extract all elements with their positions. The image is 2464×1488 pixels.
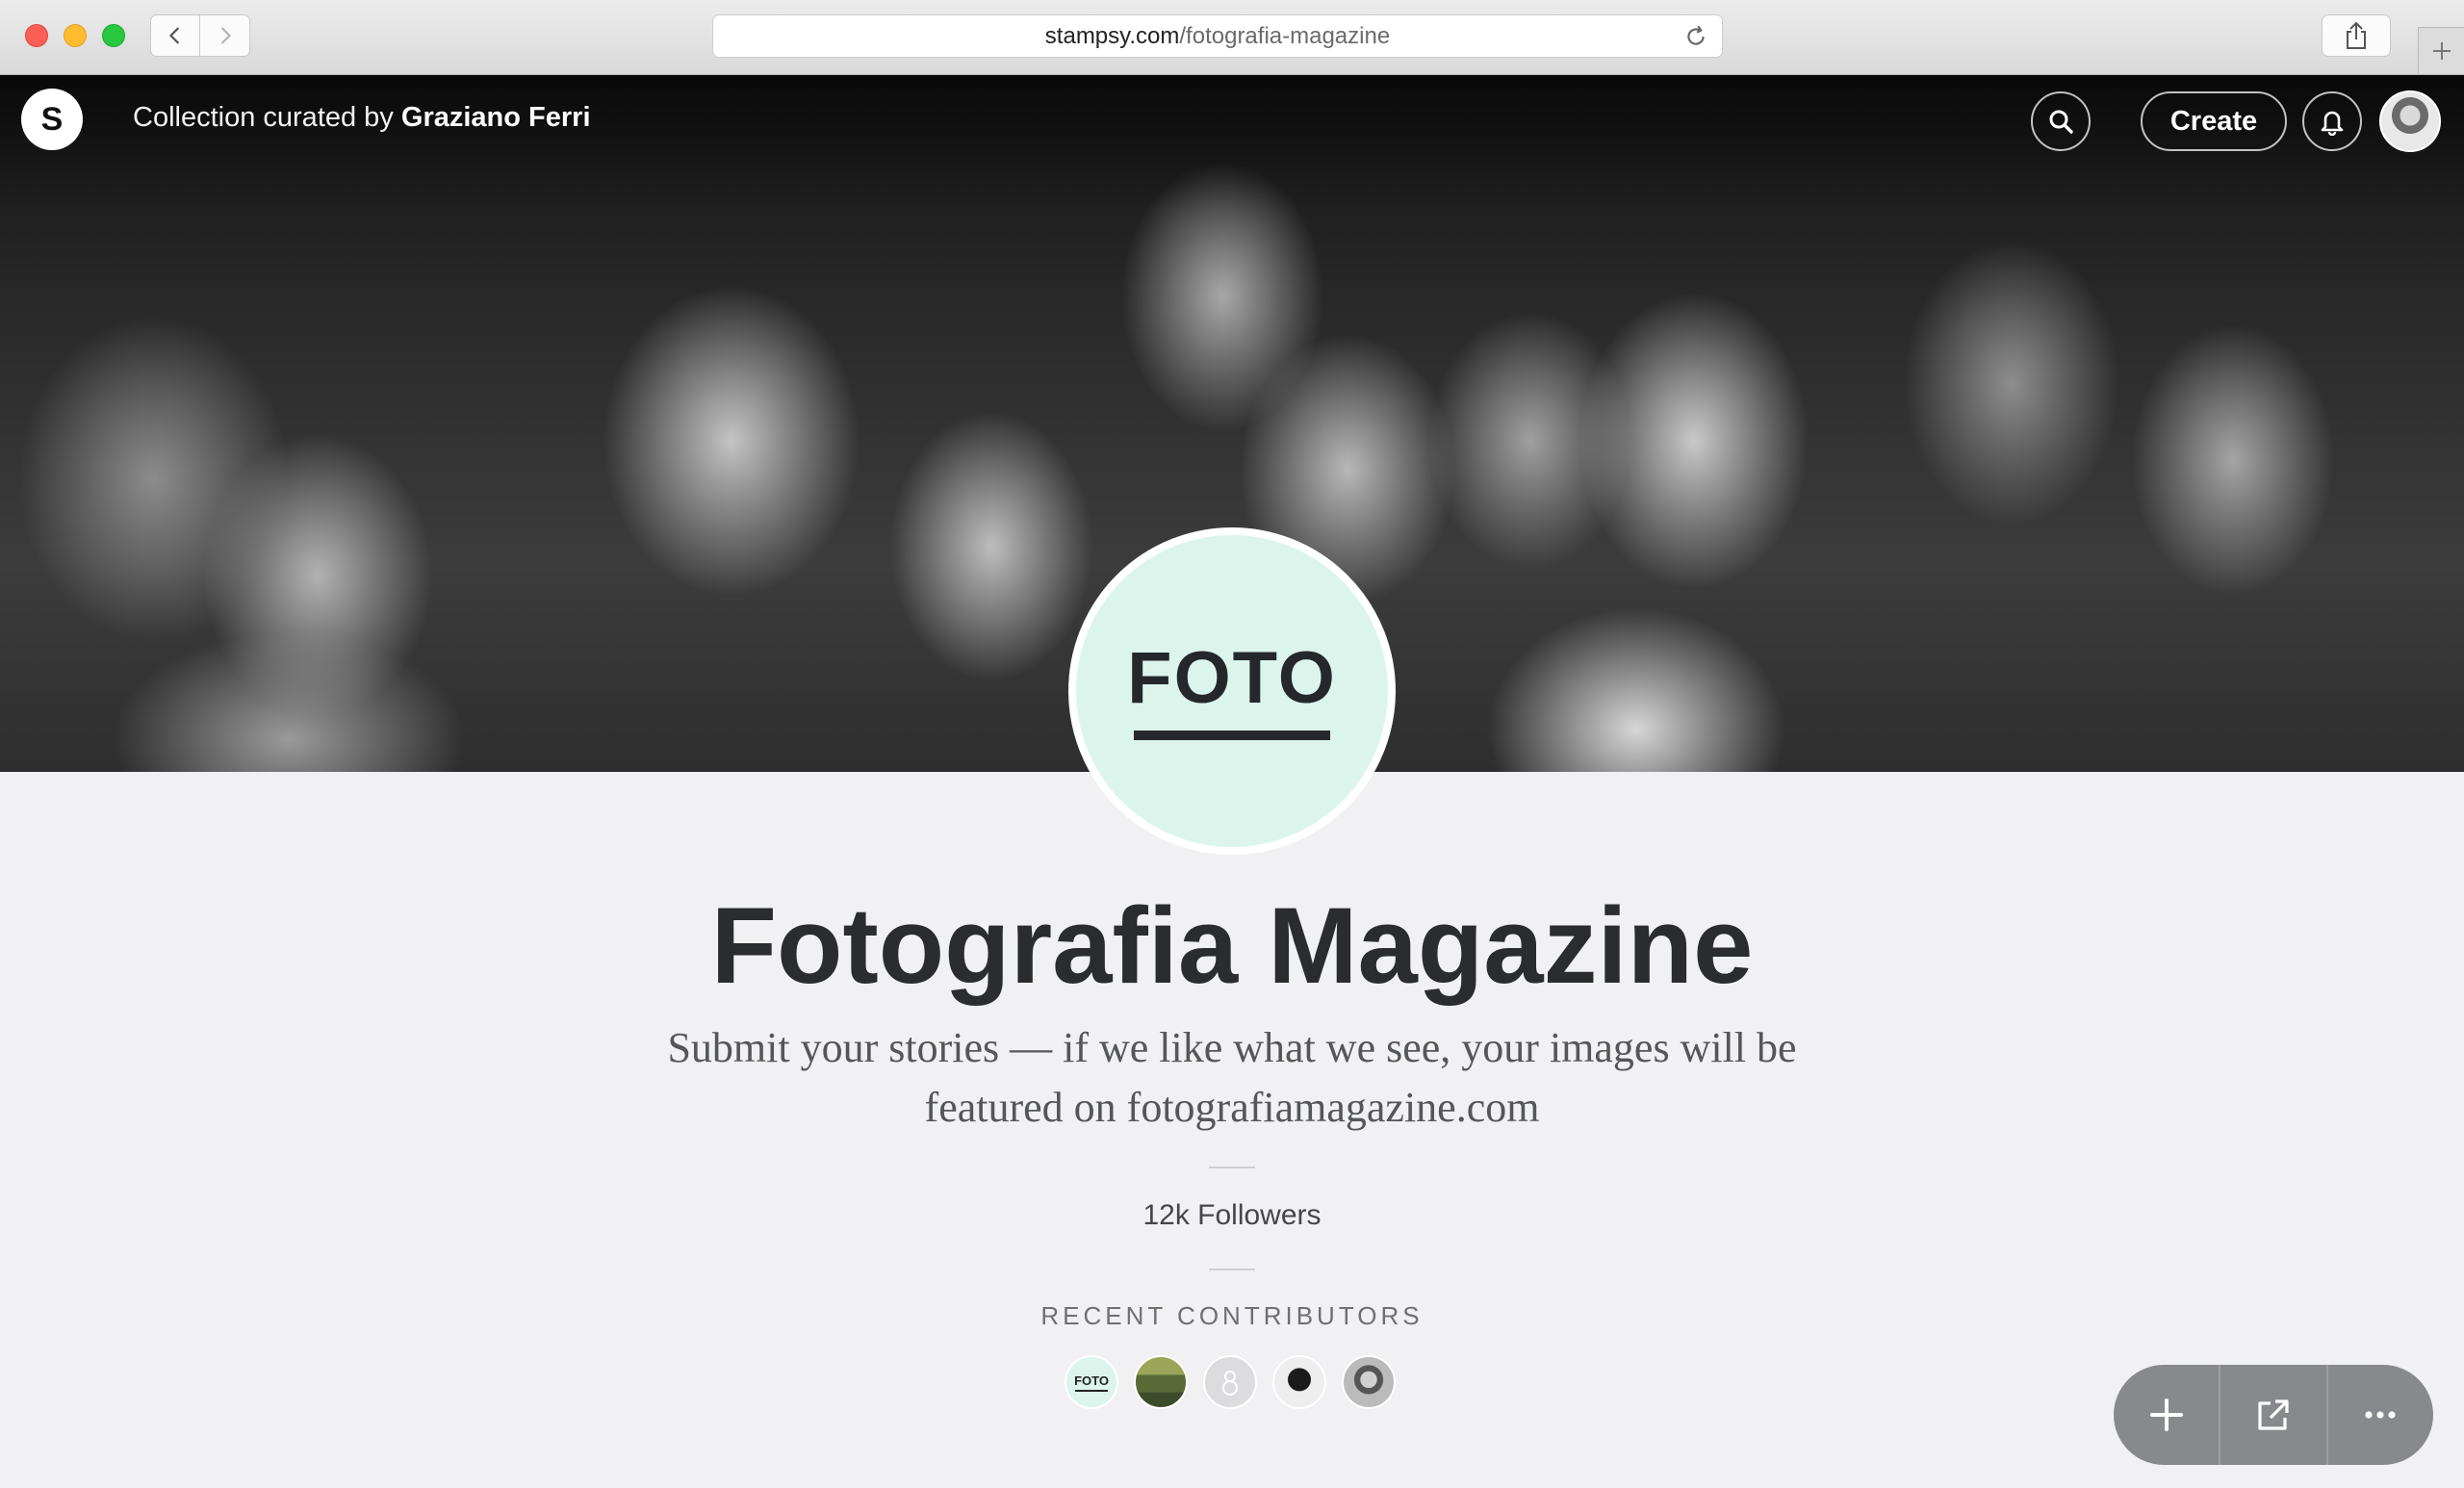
close-window-button[interactable] [25,24,48,47]
collection-badge: FOTO [1068,527,1396,855]
collection-title: Fotografia Magazine [710,885,1754,1006]
forward-button[interactable] [200,14,250,57]
collection-description: Submit your stories — if we like what we… [667,1024,1797,1131]
search-icon [2049,110,2073,134]
default-user-icon [1222,1371,1238,1396]
floating-action-bar [2114,1365,2433,1465]
minimize-window-button[interactable] [64,24,87,47]
curated-prefix: Collection curated by [133,102,394,133]
share-external-button[interactable] [2219,1365,2325,1465]
recent-contributors-list: FOTO [1065,1355,1396,1409]
divider [1209,1167,1255,1168]
curated-by-text: Collection curated by Graziano Ferri [133,102,591,134]
more-icon [2365,1411,2396,1419]
zoom-window-button[interactable] [102,24,125,47]
bell-icon [2321,111,2344,136]
recent-contributors-label: RECENT CONTRIBUTORS [1040,1301,1424,1330]
external-link-icon [2258,1399,2289,1430]
stampsy-logo[interactable]: S [21,89,83,150]
url-path: /fotografia-magazine [1179,22,1391,49]
chevron-right-icon [220,27,231,44]
badge-underline [1134,731,1330,740]
contributor-avatar[interactable]: FOTO [1065,1355,1118,1409]
reload-icon[interactable] [1683,24,1708,49]
back-button[interactable] [150,14,200,57]
contributor-avatar[interactable] [1272,1355,1326,1409]
chevron-left-icon [169,27,179,44]
notifications-button[interactable] [2302,91,2362,151]
badge-text: FOTO [1127,637,1337,719]
more-options-button[interactable] [2325,1365,2433,1465]
user-avatar[interactable] [2379,90,2441,152]
url-domain: stampsy.com [1044,22,1180,49]
curator-name-link[interactable]: Graziano Ferri [401,102,591,133]
create-button[interactable]: Create [2141,91,2287,151]
new-tab-button[interactable] [2418,27,2464,73]
contributor-avatar[interactable] [1342,1355,1396,1409]
address-bar[interactable]: stampsy.com/fotografia-magazine [712,14,1723,58]
contributor-avatar[interactable] [1203,1355,1257,1409]
plus-icon [2149,1398,2183,1431]
plus-icon [2432,41,2451,60]
contributor-avatar[interactable] [1134,1355,1188,1409]
followers-count[interactable]: 12k Followers [0,1199,2464,1232]
search-button[interactable] [2031,91,2091,151]
browser-toolbar: stampsy.com/fotografia-magazine [0,0,2464,75]
divider [1209,1269,1255,1270]
add-button[interactable] [2114,1365,2219,1465]
share-button[interactable] [2322,14,2391,57]
contributor-logo-text: FOTO [1074,1373,1109,1388]
share-icon [2347,21,2366,49]
